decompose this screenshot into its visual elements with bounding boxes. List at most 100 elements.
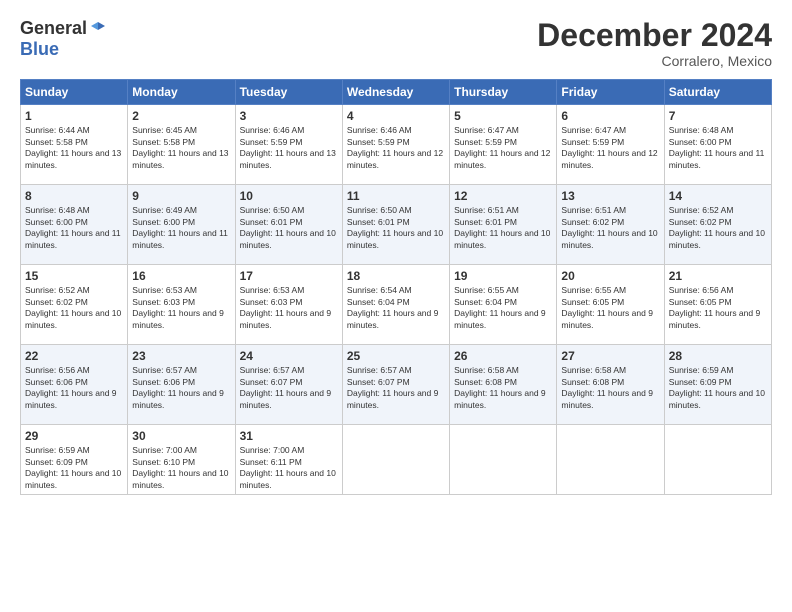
day-info: Sunrise: 6:52 AMSunset: 6:02 PMDaylight:… [669, 205, 767, 251]
day-number: 10 [240, 189, 338, 203]
calendar-week-row: 22 Sunrise: 6:56 AMSunset: 6:06 PMDayligh… [21, 345, 772, 425]
day-number: 2 [132, 109, 230, 123]
calendar-cell: 21Sunrise: 6:56 AMSunset: 6:05 PMDayligh… [664, 265, 771, 345]
day-number: 30 [132, 429, 230, 443]
calendar-cell: 4 Sunrise: 6:46 AMSunset: 5:59 PMDaylight… [342, 105, 449, 185]
location: Corralero, Mexico [537, 53, 772, 69]
calendar-cell: 15Sunrise: 6:52 AMSunset: 6:02 PMDayligh… [21, 265, 128, 345]
calendar-table: SundayMondayTuesdayWednesdayThursdayFrid… [20, 79, 772, 495]
day-info: Sunrise: 7:00 AMSunset: 6:10 PMDaylight:… [132, 445, 230, 491]
day-info: Sunrise: 6:44 AMSunset: 5:58 PMDaylight:… [25, 125, 123, 171]
day-info: Sunrise: 6:51 AMSunset: 6:02 PMDaylight:… [561, 205, 659, 251]
calendar-cell: 6Sunrise: 6:47 AMSunset: 5:59 PMDaylight… [557, 105, 664, 185]
calendar-header-saturday: Saturday [664, 80, 771, 105]
calendar-cell: 28 Sunrise: 6:59 AMSunset: 6:09 PMDayligh… [664, 345, 771, 425]
day-number: 24 [240, 349, 338, 363]
day-info: Sunrise: 6:53 AMSunset: 6:03 PMDaylight:… [132, 285, 230, 331]
calendar-cell [342, 425, 449, 495]
logo-flag-icon [89, 20, 107, 38]
calendar-header-sunday: Sunday [21, 80, 128, 105]
logo: General Blue [20, 18, 107, 60]
day-info: Sunrise: 6:56 AMSunset: 6:06 PMDaylight:… [25, 365, 123, 411]
day-number: 26 [454, 349, 552, 363]
day-number: 29 [25, 429, 123, 443]
calendar-cell: 16Sunrise: 6:53 AMSunset: 6:03 PMDayligh… [128, 265, 235, 345]
day-info: Sunrise: 6:59 AMSunset: 6:09 PMDaylight:… [669, 365, 767, 411]
calendar-week-row: 15Sunrise: 6:52 AMSunset: 6:02 PMDayligh… [21, 265, 772, 345]
calendar-cell [450, 425, 557, 495]
day-info: Sunrise: 6:50 AMSunset: 6:01 PMDaylight:… [347, 205, 445, 251]
title-block: December 2024 Corralero, Mexico [537, 18, 772, 69]
logo-blue: Blue [20, 39, 59, 60]
day-info: Sunrise: 6:47 AMSunset: 5:59 PMDaylight:… [454, 125, 552, 171]
calendar-cell: 22 Sunrise: 6:56 AMSunset: 6:06 PMDayligh… [21, 345, 128, 425]
day-info: Sunrise: 6:58 AMSunset: 6:08 PMDaylight:… [561, 365, 659, 411]
day-info: Sunrise: 6:45 AMSunset: 5:58 PMDaylight:… [132, 125, 230, 171]
calendar-cell: 31 Sunrise: 7:00 AMSunset: 6:11 PMDayligh… [235, 425, 342, 495]
day-number: 28 [669, 349, 767, 363]
day-number: 1 [25, 109, 123, 123]
day-number: 25 [347, 349, 445, 363]
day-number: 23 [132, 349, 230, 363]
calendar-cell: 14Sunrise: 6:52 AMSunset: 6:02 PMDayligh… [664, 185, 771, 265]
day-info: Sunrise: 6:51 AMSunset: 6:01 PMDaylight:… [454, 205, 552, 251]
day-info: Sunrise: 6:48 AMSunset: 6:00 PMDaylight:… [25, 205, 123, 251]
logo-general: General [20, 18, 87, 39]
day-info: Sunrise: 6:47 AMSunset: 5:59 PMDaylight:… [561, 125, 659, 171]
day-number: 8 [25, 189, 123, 203]
calendar-cell: 1 Sunrise: 6:44 AMSunset: 5:58 PMDaylight… [21, 105, 128, 185]
calendar-week-row: 8 Sunrise: 6:48 AMSunset: 6:00 PMDaylight… [21, 185, 772, 265]
day-info: Sunrise: 6:53 AMSunset: 6:03 PMDaylight:… [240, 285, 338, 331]
day-info: Sunrise: 6:55 AMSunset: 6:04 PMDaylight:… [454, 285, 552, 331]
calendar-cell: 11 Sunrise: 6:50 AMSunset: 6:01 PMDayligh… [342, 185, 449, 265]
day-info: Sunrise: 6:46 AMSunset: 5:59 PMDaylight:… [240, 125, 338, 171]
calendar-cell: 18Sunrise: 6:54 AMSunset: 6:04 PMDayligh… [342, 265, 449, 345]
calendar-cell: 30 Sunrise: 7:00 AMSunset: 6:10 PMDayligh… [128, 425, 235, 495]
day-number: 5 [454, 109, 552, 123]
calendar-week-row: 29 Sunrise: 6:59 AMSunset: 6:09 PMDayligh… [21, 425, 772, 495]
calendar-cell: 12 Sunrise: 6:51 AMSunset: 6:01 PMDayligh… [450, 185, 557, 265]
calendar-cell: 27 Sunrise: 6:58 AMSunset: 6:08 PMDayligh… [557, 345, 664, 425]
day-info: Sunrise: 6:52 AMSunset: 6:02 PMDaylight:… [25, 285, 123, 331]
day-info: Sunrise: 7:00 AMSunset: 6:11 PMDaylight:… [240, 445, 338, 491]
day-number: 31 [240, 429, 338, 443]
calendar-cell: 19 Sunrise: 6:55 AMSunset: 6:04 PMDayligh… [450, 265, 557, 345]
day-info: Sunrise: 6:57 AMSunset: 6:07 PMDaylight:… [347, 365, 445, 411]
calendar-cell: 25 Sunrise: 6:57 AMSunset: 6:07 PMDayligh… [342, 345, 449, 425]
day-number: 9 [132, 189, 230, 203]
calendar-header-wednesday: Wednesday [342, 80, 449, 105]
day-info: Sunrise: 6:46 AMSunset: 5:59 PMDaylight:… [347, 125, 445, 171]
day-number: 4 [347, 109, 445, 123]
calendar-cell: 2 Sunrise: 6:45 AMSunset: 5:58 PMDaylight… [128, 105, 235, 185]
calendar-cell: 5 Sunrise: 6:47 AMSunset: 5:59 PMDaylight… [450, 105, 557, 185]
day-info: Sunrise: 6:57 AMSunset: 6:07 PMDaylight:… [240, 365, 338, 411]
day-number: 19 [454, 269, 552, 283]
day-info: Sunrise: 6:48 AMSunset: 6:00 PMDaylight:… [669, 125, 767, 171]
calendar-cell: 17 Sunrise: 6:53 AMSunset: 6:03 PMDayligh… [235, 265, 342, 345]
calendar-cell: 20 Sunrise: 6:55 AMSunset: 6:05 PMDayligh… [557, 265, 664, 345]
calendar-cell [557, 425, 664, 495]
calendar-cell: 9 Sunrise: 6:49 AMSunset: 6:00 PMDaylight… [128, 185, 235, 265]
day-number: 27 [561, 349, 659, 363]
day-info: Sunrise: 6:49 AMSunset: 6:00 PMDaylight:… [132, 205, 230, 251]
calendar-cell: 26Sunrise: 6:58 AMSunset: 6:08 PMDayligh… [450, 345, 557, 425]
calendar-cell: 29 Sunrise: 6:59 AMSunset: 6:09 PMDayligh… [21, 425, 128, 495]
calendar-cell: 8 Sunrise: 6:48 AMSunset: 6:00 PMDaylight… [21, 185, 128, 265]
calendar-cell: 10Sunrise: 6:50 AMSunset: 6:01 PMDayligh… [235, 185, 342, 265]
day-number: 20 [561, 269, 659, 283]
calendar-header-thursday: Thursday [450, 80, 557, 105]
month-title: December 2024 [537, 18, 772, 53]
day-info: Sunrise: 6:56 AMSunset: 6:05 PMDaylight:… [669, 285, 767, 331]
day-info: Sunrise: 6:55 AMSunset: 6:05 PMDaylight:… [561, 285, 659, 331]
day-number: 13 [561, 189, 659, 203]
day-number: 11 [347, 189, 445, 203]
calendar-cell: 7 Sunrise: 6:48 AMSunset: 6:00 PMDaylight… [664, 105, 771, 185]
logo-text: General [20, 18, 107, 39]
day-number: 12 [454, 189, 552, 203]
day-info: Sunrise: 6:59 AMSunset: 6:09 PMDaylight:… [25, 445, 123, 491]
day-info: Sunrise: 6:57 AMSunset: 6:06 PMDaylight:… [132, 365, 230, 411]
day-number: 17 [240, 269, 338, 283]
day-number: 22 [25, 349, 123, 363]
day-number: 7 [669, 109, 767, 123]
calendar-cell: 13 Sunrise: 6:51 AMSunset: 6:02 PMDayligh… [557, 185, 664, 265]
